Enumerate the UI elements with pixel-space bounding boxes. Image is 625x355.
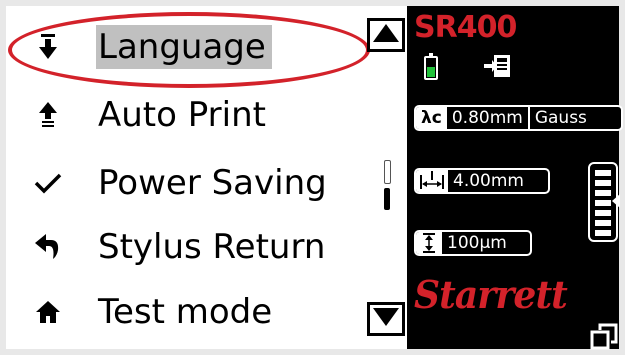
menu-item-label: Stylus Return [98, 227, 326, 267]
menu-item-label: Auto Print [98, 95, 266, 135]
menu-item-test-mode[interactable]: Test mode [6, 283, 366, 341]
scroll-track [384, 160, 391, 184]
cutoff-setting[interactable]: λc 0.80mm Gauss [414, 105, 623, 131]
scroll-down-button[interactable] [367, 302, 405, 336]
up-arrow-icon [28, 95, 68, 135]
scroll-thumb[interactable] [384, 188, 390, 210]
battery-icon [424, 53, 438, 80]
measuring-range-value: 100µm [447, 233, 507, 253]
menu-item-label: Power Saving [98, 163, 327, 203]
cutoff-symbol: λc [416, 107, 447, 129]
triangle-up-icon [372, 23, 400, 47]
battery-level [427, 67, 435, 77]
evaluation-length-value: 4.00mm [453, 171, 524, 191]
menu-item-stylus-return[interactable]: Stylus Return [6, 218, 366, 276]
pc-connection-icon [484, 54, 512, 84]
menu-item-power-saving[interactable]: Power Saving [6, 154, 366, 212]
rotate-screen-icon[interactable] [590, 322, 620, 354]
evaluation-length-setting[interactable]: 4.00mm [414, 168, 550, 194]
scroll-up-button[interactable] [367, 18, 405, 52]
menu-item-label: Test mode [98, 292, 273, 332]
triangle-down-icon [372, 307, 400, 331]
menu-item-auto-print[interactable]: Auto Print [6, 86, 366, 144]
selection-highlight-ellipse [8, 12, 370, 88]
level-gauge-icon [588, 162, 620, 242]
model-name: SR400 [414, 10, 517, 45]
filter-type: Gauss [534, 108, 587, 128]
home-icon [28, 292, 68, 332]
brand-logo: Starrett [414, 272, 568, 317]
return-arrow-icon [28, 227, 68, 267]
checkmark-icon [28, 163, 68, 203]
cutoff-value: 0.80mm [451, 108, 523, 128]
range-icon [416, 232, 442, 254]
evaluation-length-icon [416, 170, 448, 192]
measuring-range-setting[interactable]: 100µm [414, 230, 532, 256]
